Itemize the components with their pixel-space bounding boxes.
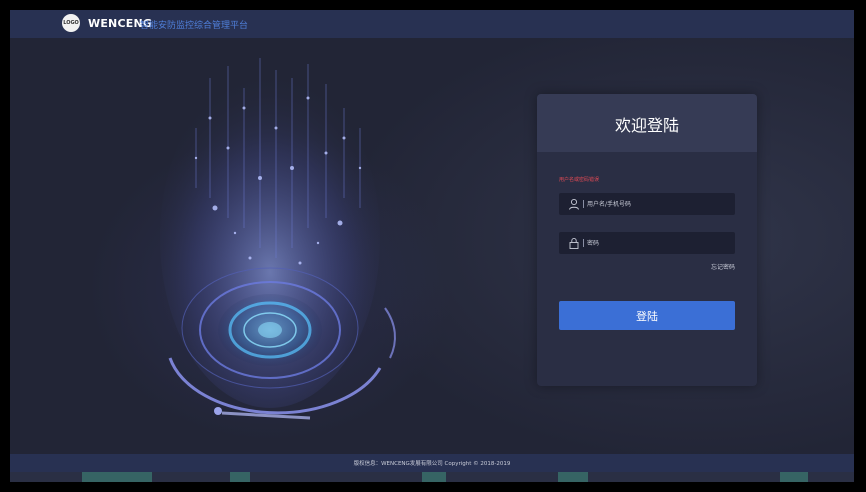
login-title: 欢迎登陆 [614,116,679,135]
strip-segment [422,472,446,482]
tech-hologram-illustration [160,58,396,420]
login-error-message: 用户名或密码错误 [559,177,600,183]
username-separator [583,200,584,208]
username-input[interactable] [587,193,727,215]
login-panel-header: 欢迎登陆 [537,94,757,152]
footer-bar: 版权信息：WENCENG发展有限公司 Copyright © 2018-2019 [10,454,854,472]
strip-segment [780,472,808,482]
strip-segment [82,472,152,482]
password-field[interactable] [559,232,735,254]
username-field[interactable] [559,193,735,215]
login-button[interactable]: 登陆 [559,301,735,330]
strip-segment [230,472,250,482]
password-input[interactable] [587,232,727,254]
logo: LOGO [62,14,80,32]
top-header: LOGO WENCENG 智能安防监控综合管理平台 [10,10,854,38]
platform-title: 智能安防监控综合管理平台 [140,21,249,31]
user-icon [569,198,579,210]
strip-segment [558,472,588,482]
password-separator [583,239,584,247]
app-screen: LOGO WENCENG 智能安防监控综合管理平台 欢迎登陆 用户名或密码错误 … [10,10,854,482]
login-panel: 欢迎登陆 用户名或密码错误 忘记密码 登陆 [537,94,757,386]
lock-icon [569,237,579,249]
copyright-text: 版权信息：WENCENG发展有限公司 Copyright © 2018-2019 [353,461,511,467]
forgot-password-link[interactable]: 忘记密码 [711,262,735,271]
